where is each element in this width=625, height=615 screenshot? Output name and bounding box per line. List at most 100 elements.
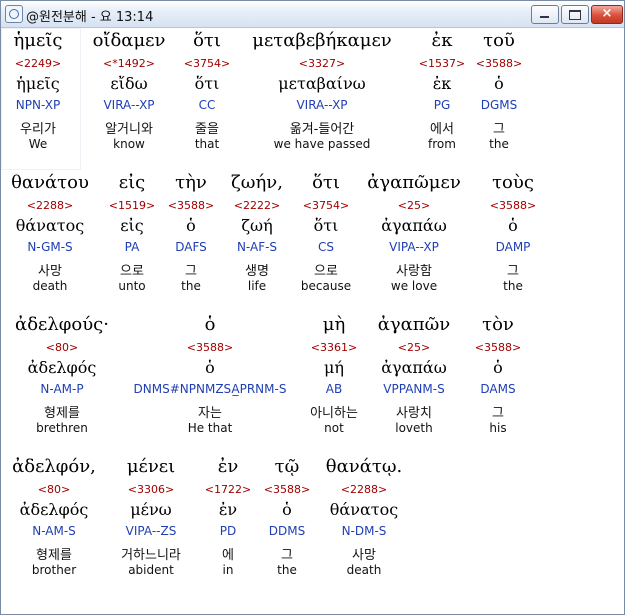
greek-word: μεταβεβήκαμεν [252,30,392,51]
strong-number: <3588> [263,483,311,496]
lemma: θάνατος [15,216,85,235]
greek-word: τὸν [482,314,514,335]
parsing-code: VIPA--ZS [125,524,177,538]
parsing-code: DAMP [495,240,531,254]
english-gloss: we love [390,279,438,293]
parsing-code: N-GM-S [27,240,73,254]
strong-number: <2288> [340,483,388,496]
korean-gloss: 에 [222,548,234,563]
english-gloss: We [28,137,48,151]
english-gloss: not [324,421,344,435]
greek-word: τῷ [274,456,300,477]
app-window: @원전분해 - 요 13:14 × ἡμεῖς <2249> ἡμεῖς NPN-XP… [0,0,625,615]
greek-word: ὅτι [312,172,340,193]
korean-gloss: 그 [281,548,293,563]
interlinear-content: ἡμεῖς <2249> ἡμεῖς NPN-XP 우리가 We οἴδαμεν <*1492… [1,28,624,614]
parsing-code: VIRA--XP [296,98,348,112]
strong-number: <3588> [474,341,522,354]
english-gloss: we have passed [273,137,371,151]
korean-gloss: 줄을 [195,122,219,137]
strong-number: <2288> [26,199,74,212]
greek-word: ἀγαπῶν [377,314,451,335]
strong-number: <3588> [489,199,537,212]
strong-number: <*1492> [103,57,155,70]
strong-number: <3306> [127,483,175,496]
strong-number: <1519> [108,199,156,212]
parsing-code: DDMS [268,524,306,538]
parsing-code: N-AM-S [32,524,76,538]
parsing-code: PA [124,240,140,254]
greek-word: μὴ [322,314,346,335]
interlinear-row-4 [1,454,624,614]
korean-gloss: 사랑함 [396,264,432,279]
greek-word: ἀδελφούς· [15,314,109,335]
parsing-code: VIRA--XP [103,98,155,112]
english-gloss: know [113,137,145,151]
english-gloss: from [428,137,456,151]
korean-gloss: 형제를 [36,548,72,563]
english-gloss: life [247,279,267,293]
parsing-code: VPPANM-S [383,382,445,396]
lemma: ὁ [205,358,215,377]
english-gloss: death [32,279,68,293]
parsing-code: DAFS [175,240,207,254]
english-gloss: brother [31,563,77,577]
strong-number: <80> [37,483,71,496]
greek-word: ἐκ [431,30,453,51]
maximize-button[interactable] [561,5,589,24]
greek-word: μένει [126,456,176,477]
lemma: ὁ [282,500,292,519]
strong-number: <2249> [14,57,62,70]
korean-gloss: 그 [185,264,197,279]
close-button[interactable]: × [591,5,623,24]
strong-number: <25> [397,199,431,212]
lemma: ἐκ [432,74,452,93]
lemma: εἴδω [110,74,148,93]
korean-gloss: 사망 [38,264,62,279]
greek-word: ἡμεῖς [13,30,63,51]
korean-gloss: 자는 [198,406,222,421]
strong-number: <80> [45,341,79,354]
close-icon: × [601,6,613,21]
korean-gloss: 사망 [352,548,376,563]
lemma: μένω [130,500,172,519]
english-gloss: because [300,279,352,293]
lemma: εἰς [120,216,144,235]
english-gloss: that [194,137,220,151]
greek-word: ζωήν, [231,172,283,193]
lemma: ὅτι [194,74,220,93]
english-gloss: the [503,279,523,293]
english-gloss: death [346,563,382,577]
korean-gloss: 생명 [245,264,269,279]
korean-gloss: 사랑치 [396,406,432,421]
lemma: ἀγαπάω [381,358,447,377]
parsing-code: AB [325,382,343,396]
lemma: ὁ [493,358,503,377]
app-icon [5,5,23,23]
lemma: ὅτι [313,216,339,235]
minimize-button[interactable] [531,5,559,24]
english-gloss: brethren [36,421,88,435]
lemma: θάνατος [329,500,399,519]
greek-word: οἴδαμεν [92,30,166,51]
korean-gloss: 옮겨-들어간 [289,122,355,137]
parsing-code: CS [318,240,334,254]
strong-number: <3588> [167,199,215,212]
strong-number: <3361> [310,341,358,354]
title-bar[interactable]: @원전분해 - 요 13:14 × [1,1,624,28]
korean-gloss: 그 [507,264,519,279]
parsing-code: PG [433,98,451,112]
strong-number: <3754> [302,199,350,212]
parsing-code: CC [198,98,216,112]
english-gloss: the [181,279,201,293]
korean-gloss: 알거니와 [105,122,153,137]
english-gloss: He that [187,421,233,435]
greek-word: θανάτῳ. [325,456,403,477]
lemma: ὁ [186,216,196,235]
strong-number: <1722> [204,483,252,496]
english-gloss: his [489,421,507,435]
korean-gloss: 형제를 [44,406,80,421]
lemma: ἀγαπάω [381,216,447,235]
greek-word: τὴν [175,172,207,193]
korean-gloss: 아니하는 [310,406,358,421]
